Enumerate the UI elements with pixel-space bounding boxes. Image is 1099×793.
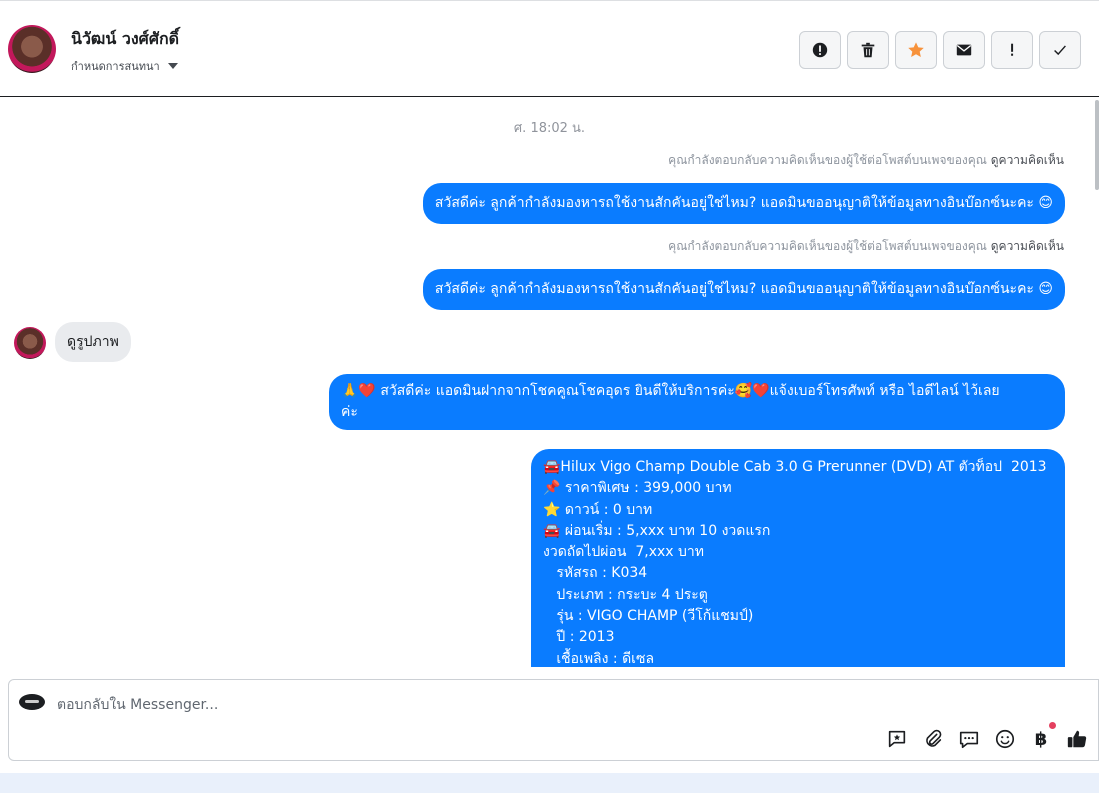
- composer-tools: ฿: [886, 722, 1088, 750]
- flag-button[interactable]: [991, 31, 1033, 69]
- star-button[interactable]: [895, 31, 937, 69]
- view-comment-link[interactable]: ดูความคิดเห็น: [991, 239, 1064, 253]
- caret-down-icon: [167, 63, 178, 69]
- emoji-button[interactable]: [994, 728, 1016, 750]
- manage-conversation-dropdown[interactable]: กำหนดการสนทนา: [71, 57, 178, 75]
- avatar[interactable]: [8, 25, 56, 73]
- action-toolbar: [799, 31, 1081, 69]
- notification-dot: [1049, 722, 1056, 729]
- trash-icon: [861, 42, 875, 58]
- listing-message: 🚘Hilux Vigo Champ Double Cab 3.0 G Preru…: [531, 449, 1065, 667]
- check-icon: [1054, 45, 1066, 56]
- outgoing-message: 🙏❤️ สวัสดีค่ะ แอดมินฝากจากโชคคูณโชคอุดร …: [329, 374, 1065, 430]
- incoming-message[interactable]: ดูรูปภาพ: [55, 322, 131, 362]
- attachment-button[interactable]: [922, 728, 944, 750]
- message-line: 🙏❤️ สวัสดีค่ะ แอดมินฝากจากโชคคูณโชคอุดร …: [341, 383, 1000, 399]
- exclamation-icon: [1011, 43, 1014, 56]
- delete-button[interactable]: [847, 31, 889, 69]
- like-button[interactable]: [1066, 728, 1088, 750]
- view-comment-link[interactable]: ดูความคิดเห็น: [991, 153, 1064, 167]
- reply-composer: ตอบกลับใน Messenger... ฿: [8, 679, 1099, 761]
- saved-reply-icon: [888, 730, 906, 748]
- system-note: คุณกำลังตอบกลับความคิดเห็นของผู้ใช้ต่อโพ…: [0, 237, 1064, 256]
- reply-input[interactable]: ตอบกลับใน Messenger...: [57, 694, 218, 716]
- emoji-icon: [995, 729, 1015, 749]
- attachment-icon: [926, 729, 942, 747]
- done-button[interactable]: [1039, 31, 1081, 69]
- system-note-text: คุณกำลังตอบกลับความคิดเห็นของผู้ใช้ต่อโพ…: [668, 153, 987, 167]
- outgoing-message: สวัสดีค่ะ ลูกค้ากำลังมองหารถใช้งานสักคัน…: [422, 183, 1065, 224]
- envelope-icon: [956, 44, 972, 56]
- message-timestamp: ศ. 18:02 น.: [513, 121, 586, 136]
- chat-bubble-button[interactable]: [958, 728, 980, 750]
- conversation-header: นิวัฒน์ วงศ์ศักดิ์ กำหนดการสนทนา: [0, 1, 1099, 97]
- scrollbar[interactable]: [1095, 100, 1099, 190]
- like-icon: [1067, 730, 1087, 748]
- contact-name[interactable]: นิวัฒน์ วงศ์ศักดิ์: [71, 27, 179, 52]
- outgoing-message: สวัสดีค่ะ ลูกค้ากำลังมองหารถใช้งานสักคัน…: [422, 269, 1065, 310]
- manage-conversation-label: กำหนดการสนทนา: [71, 60, 160, 73]
- star-icon: [908, 42, 924, 58]
- payment-button[interactable]: ฿: [1030, 722, 1056, 750]
- bottom-strip: [0, 773, 1099, 793]
- baht-icon: ฿: [1034, 728, 1048, 750]
- message-thread[interactable]: ศ. 18:02 น. คุณกำลังตอบกลับความคิดเห็นขอ…: [0, 97, 1099, 667]
- saved-reply-button[interactable]: [886, 728, 908, 750]
- report-button[interactable]: [799, 31, 841, 69]
- page-avatar: [19, 694, 45, 710]
- system-note-text: คุณกำลังตอบกลับความคิดเห็นของผู้ใช้ต่อโพ…: [668, 239, 987, 253]
- exclamation-circle-icon: [812, 42, 828, 58]
- avatar[interactable]: [14, 327, 46, 359]
- mark-unread-button[interactable]: [943, 31, 985, 69]
- chat-bubble-icon: [959, 731, 979, 749]
- message-line: ค่ะ: [341, 404, 358, 420]
- system-note: คุณกำลังตอบกลับความคิดเห็นของผู้ใช้ต่อโพ…: [0, 151, 1064, 170]
